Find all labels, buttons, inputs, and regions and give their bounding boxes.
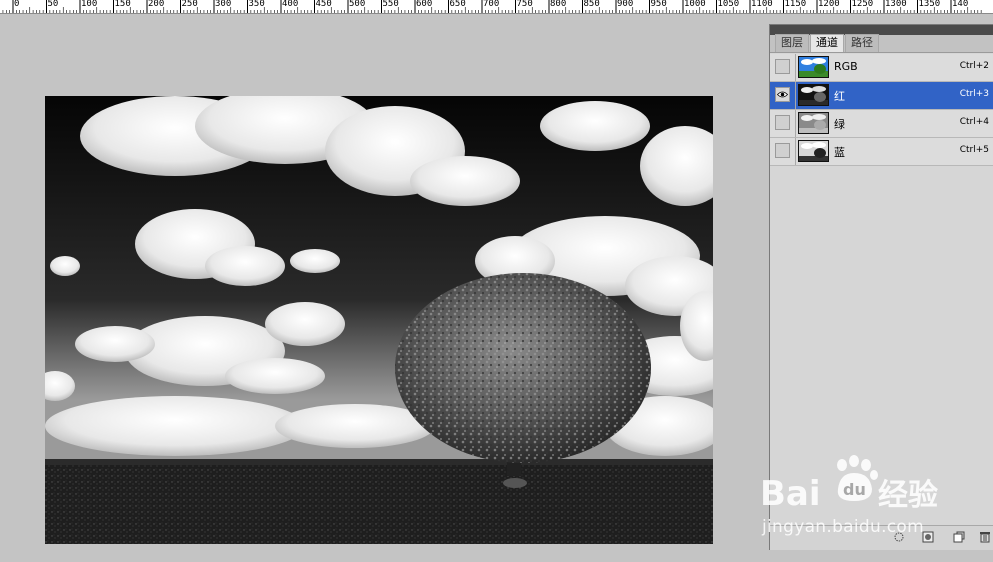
ruler-label: 1100 <box>751 0 773 9</box>
channel-shortcut-rgb: Ctrl+2 <box>959 61 989 71</box>
red-thumbnail-image <box>799 85 828 105</box>
ruler-label: 1000 <box>684 0 706 9</box>
ruler-label: 350 <box>248 0 265 9</box>
eye-icon <box>777 91 788 98</box>
ruler-label: 1300 <box>885 0 907 9</box>
channel-thumbnail-rgb <box>798 56 829 78</box>
channel-thumbnail-blue <box>798 140 829 162</box>
ruler-label: 750 <box>516 0 533 9</box>
ruler-label: 900 <box>617 0 634 9</box>
ruler-label: 50 <box>47 0 59 9</box>
ruler-label: 1200 <box>818 0 840 9</box>
ruler-label: 950 <box>650 0 667 9</box>
channel-name-rgb: RGB <box>834 60 858 73</box>
ruler-label: 1050 <box>717 0 740 9</box>
channel-shortcut-red: Ctrl+3 <box>959 89 989 99</box>
ruler-label: 100 <box>81 0 98 9</box>
panel-footer <box>770 525 993 550</box>
ruler-label: 200 <box>148 0 165 9</box>
channels-panel: 图层 通道 路径 RGB Ctrl+2 红 Ctrl+3 绿 Ctrl+4 蓝 … <box>769 24 993 550</box>
tab-paths[interactable]: 路径 <box>845 34 879 52</box>
ruler-label: 800 <box>550 0 567 9</box>
delete-channel-icon[interactable] <box>979 531 991 543</box>
horizontal-ruler: 5005010015020025030035040045050055060065… <box>0 0 993 14</box>
visibility-toggle-green[interactable] <box>775 115 790 130</box>
ruler-label: 450 <box>315 0 332 9</box>
visibility-toggle-rgb[interactable] <box>775 59 790 74</box>
rgb-thumbnail-image <box>799 57 828 77</box>
tab-channels[interactable]: 通道 <box>810 34 844 52</box>
ruler-label: 0 <box>14 0 20 9</box>
panel-tabs: 图层 通道 路径 <box>770 34 993 53</box>
save-selection-icon[interactable] <box>922 531 934 543</box>
ruler-label: 850 <box>583 0 600 9</box>
row-separator <box>795 82 796 109</box>
channel-name-green: 绿 <box>834 118 845 131</box>
document-canvas[interactable] <box>45 96 713 544</box>
ruler-label: 1250 <box>851 0 874 9</box>
channel-name-blue: 蓝 <box>834 146 845 159</box>
channel-row-red[interactable]: 红 Ctrl+3 <box>770 82 993 110</box>
ruler-label: 150 <box>114 0 131 9</box>
ruler-label: 140 <box>952 0 969 9</box>
tab-layers[interactable]: 图层 <box>775 34 809 52</box>
blue-thumbnail-image <box>799 141 828 161</box>
new-channel-icon[interactable] <box>953 531 965 543</box>
channel-list: RGB Ctrl+2 红 Ctrl+3 绿 Ctrl+4 蓝 Ctrl+5 <box>770 54 993 166</box>
visibility-toggle-blue[interactable] <box>775 143 790 158</box>
channel-row-rgb[interactable]: RGB Ctrl+2 <box>770 54 993 82</box>
channel-row-green[interactable]: 绿 Ctrl+4 <box>770 110 993 138</box>
ruler-label: 500 <box>349 0 366 9</box>
row-separator <box>795 138 796 165</box>
ruler-label: 600 <box>416 0 433 9</box>
channel-shortcut-blue: Ctrl+5 <box>959 145 989 155</box>
ruler-label: 550 <box>382 0 399 9</box>
channel-row-blue[interactable]: 蓝 Ctrl+5 <box>770 138 993 166</box>
channel-shortcut-green: Ctrl+4 <box>959 117 989 127</box>
ruler-label: 1150 <box>784 0 807 9</box>
channel-thumbnail-red <box>798 84 829 106</box>
load-selection-icon[interactable] <box>893 531 905 543</box>
ruler-label: 400 <box>282 0 299 9</box>
row-separator <box>795 110 796 137</box>
channel-name-red: 红 <box>834 90 845 103</box>
visibility-toggle-red[interactable] <box>775 87 790 102</box>
ruler-label: 700 <box>483 0 500 9</box>
ruler-label: 650 <box>449 0 466 9</box>
ruler-label: 250 <box>181 0 198 9</box>
red-channel-image <box>45 96 713 544</box>
ruler-label: 1350 <box>918 0 941 9</box>
channel-thumbnail-green <box>798 112 829 134</box>
green-thumbnail-image <box>799 113 828 133</box>
row-separator <box>795 54 796 81</box>
ruler-label: 300 <box>215 0 232 9</box>
